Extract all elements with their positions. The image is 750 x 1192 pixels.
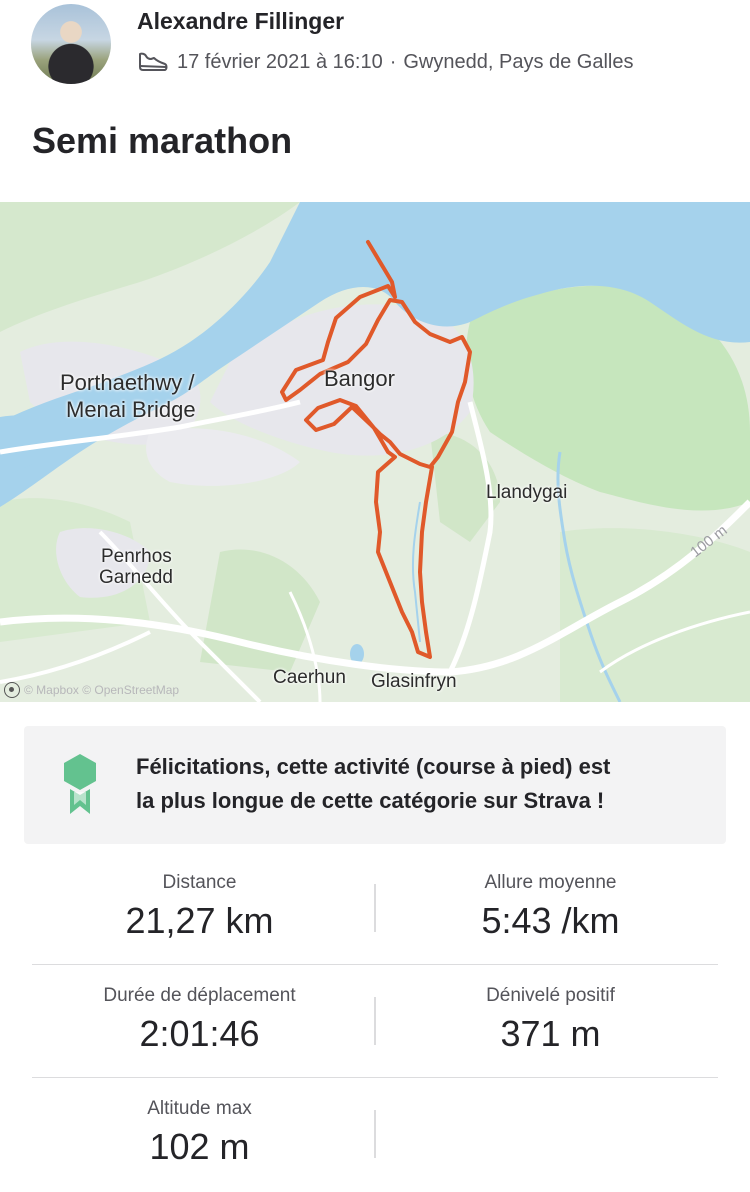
stat-divider	[374, 1110, 376, 1158]
stat-value: 371 m	[500, 1013, 601, 1054]
stat-value: 5:43 /km	[481, 900, 620, 941]
achievement-banner: Félicitations, cette activité (course à …	[24, 726, 726, 844]
map-label-bangor: Bangor	[324, 366, 395, 391]
stat-divider	[374, 997, 376, 1045]
stat-max-elevation: Altitude max 102 m	[32, 1078, 367, 1190]
stat-label: Distance	[162, 872, 237, 893]
activity-datetime: 17 février 2021 à 16:10	[177, 50, 383, 73]
map-label-penrhos-1: Penrhos	[101, 546, 172, 567]
stats-row: Distance 21,27 km Allure moyenne 5:43 /k…	[32, 852, 718, 965]
map-label-caerhun: Caerhun	[273, 667, 346, 688]
activity-header: Alexandre Fillinger 17 février 2021 à 16…	[0, 0, 750, 100]
attribution-text: © Mapbox © OpenStreetMap	[24, 683, 180, 697]
activity-location: Gwynedd, Pays de Galles	[403, 50, 634, 73]
stat-label: Altitude max	[147, 1098, 252, 1119]
stat-moving-time: Durée de déplacement 2:01:46	[32, 965, 367, 1077]
stat-value: 102 m	[149, 1126, 250, 1167]
stat-label: Dénivelé positif	[486, 985, 615, 1006]
map-label-glasinfryn: Glasinfryn	[371, 671, 457, 692]
map-label-menai-2: Menai Bridge	[66, 397, 196, 422]
stat-value: 21,27 km	[125, 900, 274, 941]
athlete-name[interactable]: Alexandre Fillinger	[137, 8, 344, 35]
achievement-line-1: Félicitations, cette activité (course à …	[136, 754, 611, 779]
stats-row: Durée de déplacement 2:01:46 Dénivelé po…	[32, 965, 718, 1078]
running-shoe-icon	[137, 49, 169, 75]
mapbox-logo-icon	[4, 682, 20, 698]
stat-distance: Distance 21,27 km	[32, 852, 367, 964]
stat-divider	[374, 884, 376, 932]
map-label-menai-1: Porthaethwy /	[60, 370, 195, 395]
activity-stats: Distance 21,27 km Allure moyenne 5:43 /k…	[32, 852, 718, 1191]
stat-elevation-gain: Dénivelé positif 371 m	[383, 965, 718, 1077]
athlete-avatar[interactable]	[31, 4, 111, 84]
achievement-line-2: la plus longue de cette catégorie sur St…	[136, 788, 605, 813]
activity-meta: 17 février 2021 à 16:10 · Gwynedd, Pays …	[137, 48, 634, 76]
activity-title: Semi marathon	[32, 120, 293, 161]
map-attribution[interactable]: © Mapbox © OpenStreetMap	[4, 682, 179, 698]
stat-label: Durée de déplacement	[103, 985, 296, 1006]
stat-value: 2:01:46	[139, 1013, 260, 1054]
stat-pace: Allure moyenne 5:43 /km	[383, 852, 718, 964]
route-map[interactable]: Porthaethwy / Menai Bridge Bangor Llandy…	[0, 202, 750, 702]
map-label-penrhos-2: Garnedd	[99, 567, 173, 588]
stat-label: Allure moyenne	[484, 872, 617, 893]
map-label-llandygai: Llandygai	[486, 482, 568, 503]
achievement-message: Félicitations, cette activité (course à …	[136, 750, 696, 818]
meta-separator: ·	[389, 50, 397, 73]
achievement-badge-icon	[62, 754, 98, 814]
stats-row: Altitude max 102 m	[32, 1078, 718, 1191]
map-canvas	[0, 202, 750, 702]
